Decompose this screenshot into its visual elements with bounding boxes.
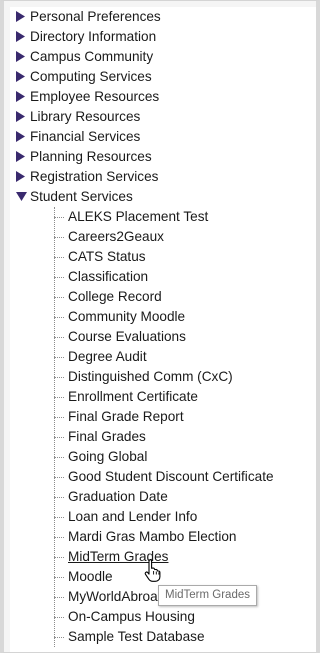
category-library-resources[interactable]: Library Resources [10, 107, 316, 127]
menu-item-enrollment-certificate[interactable]: Enrollment Certificate [54, 387, 316, 407]
menu-item-on-campus-housing[interactable]: On-Campus Housing [54, 607, 316, 627]
category-label: Campus Community [30, 49, 154, 64]
category-financial-services[interactable]: Financial Services [10, 127, 316, 147]
category-employee-resources[interactable]: Employee Resources [10, 87, 316, 107]
menu-item-label: MyWorldAbroad [68, 589, 166, 604]
category-label: Planning Resources [30, 149, 152, 164]
category-student-services[interactable]: Student Services [10, 187, 316, 207]
menu-item-label: Community Moodle [68, 309, 186, 324]
menu-item-label: ALEKS Placement Test [68, 209, 209, 224]
menu-item-label: Loan and Lender Info [68, 509, 198, 524]
category-personal-preferences[interactable]: Personal Preferences [10, 7, 316, 27]
menu-item-final-grades[interactable]: Final Grades [54, 427, 316, 447]
category-label: Personal Preferences [30, 9, 161, 24]
category-label: Student Services [30, 189, 133, 204]
triangle-right-icon[interactable] [16, 167, 26, 187]
triangle-right-icon[interactable] [16, 47, 26, 67]
menu-item-label: College Record [68, 289, 162, 304]
menu-item-label: Final Grades [68, 429, 146, 444]
category-directory-information[interactable]: Directory Information [10, 27, 316, 47]
menu-item-label: On-Campus Housing [68, 609, 195, 624]
menu-item-label: Distinguished Comm (CxC) [68, 369, 233, 384]
tooltip-text: MidTerm Grades [165, 589, 250, 601]
triangle-right-icon[interactable] [16, 27, 26, 47]
category-computing-services[interactable]: Computing Services [10, 67, 316, 87]
category-campus-community[interactable]: Campus Community [10, 47, 316, 67]
menu-item-sample-test-database[interactable]: Sample Test Database [54, 627, 316, 647]
category-label: Library Resources [30, 109, 141, 124]
menu-item-midterm-grades[interactable]: MidTerm Grades [54, 547, 316, 567]
menu-item-degree-audit[interactable]: Degree Audit [54, 347, 316, 367]
triangle-right-icon[interactable] [16, 67, 26, 87]
menu-item-label: Classification [68, 269, 149, 284]
menu-item-community-moodle[interactable]: Community Moodle [54, 307, 316, 327]
menu-item-cats-status[interactable]: CATS Status [54, 247, 316, 267]
menu-item-label: Sample Test Database [68, 629, 205, 644]
menu-item-moodle[interactable]: Moodle [54, 567, 316, 587]
menu-item-label: Mardi Gras Mambo Election [68, 529, 237, 544]
menu-item-course-evaluations[interactable]: Course Evaluations [54, 327, 316, 347]
menu-item-label: Final Grade Report [68, 409, 184, 424]
menu-item-mardi-gras-mambo-election[interactable]: Mardi Gras Mambo Election [54, 527, 316, 547]
tooltip: MidTerm Grades [158, 585, 257, 606]
menu-item-label: Graduation Date [68, 489, 168, 504]
triangle-right-icon[interactable] [16, 127, 26, 147]
menu-item-college-record[interactable]: College Record [54, 287, 316, 307]
menu-item-label: Going Global [68, 449, 148, 464]
menu-item-aleks-placement-test[interactable]: ALEKS Placement Test [54, 207, 316, 227]
triangle-right-icon[interactable] [16, 147, 26, 167]
menu-item-loan-and-lender-info[interactable]: Loan and Lender Info [54, 507, 316, 527]
services-menu-panel: Personal Preferences Directory Informatio… [10, 7, 316, 652]
triangle-right-icon[interactable] [16, 107, 26, 127]
menu-frame: Personal Preferences Directory Informatio… [0, 0, 320, 653]
triangle-down-icon[interactable] [16, 187, 27, 207]
menu-item-label: Enrollment Certificate [68, 389, 198, 404]
menu-item-distinguished-comm-cxc[interactable]: Distinguished Comm (CxC) [54, 367, 316, 387]
menu-item-going-global[interactable]: Going Global [54, 447, 316, 467]
category-label: Directory Information [30, 29, 157, 44]
category-label: Registration Services [30, 169, 159, 184]
category-label: Computing Services [30, 69, 152, 84]
menu-item-label: Degree Audit [68, 349, 147, 364]
menu-item-classification[interactable]: Classification [54, 267, 316, 287]
triangle-right-icon[interactable] [16, 7, 26, 27]
category-label: Financial Services [30, 129, 141, 144]
category-planning-resources[interactable]: Planning Resources [10, 147, 316, 167]
category-list: Personal Preferences Directory Informatio… [10, 7, 316, 647]
menu-item-careers2geaux[interactable]: Careers2Geaux [54, 227, 316, 247]
category-label: Employee Resources [30, 89, 160, 104]
menu-item-label: Careers2Geaux [68, 229, 164, 244]
menu-item-label: Course Evaluations [68, 329, 186, 344]
category-registration-services[interactable]: Registration Services [10, 167, 316, 187]
menu-item-label: Good Student Discount Certificate [68, 469, 274, 484]
student-services-submenu: ALEKS Placement Test Careers2Geaux CATS St… [54, 207, 316, 647]
triangle-right-icon[interactable] [16, 87, 26, 107]
menu-item-graduation-date[interactable]: Graduation Date [54, 487, 316, 507]
menu-item-good-student-discount-certificate[interactable]: Good Student Discount Certificate [54, 467, 316, 487]
menu-item-final-grade-report[interactable]: Final Grade Report [54, 407, 316, 427]
hand-pointer-icon [144, 558, 164, 582]
menu-item-label: Moodle [68, 569, 113, 584]
menu-item-label: CATS Status [68, 249, 146, 264]
